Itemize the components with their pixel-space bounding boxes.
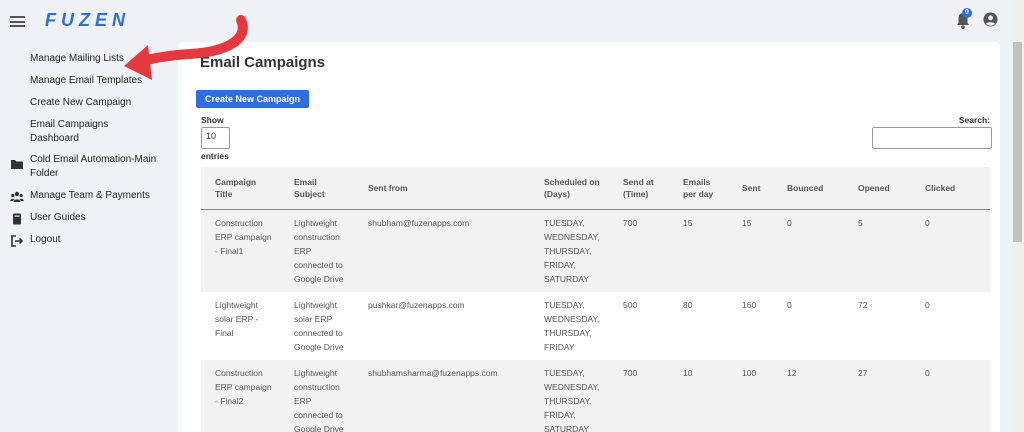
menu-icon[interactable] xyxy=(10,16,25,27)
cell-sent: 160 xyxy=(728,291,773,360)
column-header-emails-per-day[interactable]: Emails per day xyxy=(669,167,728,210)
cell-sent-from: pushkar@fuzenapps.com xyxy=(354,291,530,360)
cell-campaign-title: Construction ERP campaign - Final2 xyxy=(201,359,280,432)
sidebar-item-manage-email-templates[interactable]: Manage Email Templates xyxy=(0,74,178,88)
cell-send-at: 700 xyxy=(609,209,669,292)
app-logo[interactable]: FUZEN xyxy=(45,10,130,31)
cell-campaign-title: Construction ERP campaign - Final1 xyxy=(201,209,280,292)
sidebar-item-label: Manage Mailing Lists xyxy=(30,53,124,64)
create-new-campaign-button[interactable]: Create New Campaign xyxy=(196,90,309,108)
cell-emails-per-day: 10 xyxy=(669,359,728,432)
scrollbar-thumb[interactable] xyxy=(1013,42,1022,242)
cell-bounced: 0 xyxy=(773,209,844,292)
book-icon xyxy=(13,213,21,225)
cell-email-subject: Lightweight construction ERP connected t… xyxy=(280,209,354,292)
cell-emails-per-day: 80 xyxy=(669,291,728,360)
cell-scheduled-on: TUESDAY, WEDNESDAY, THURSDAY, FRIDAY, SA… xyxy=(530,209,609,292)
column-header-sent-from[interactable]: Sent from xyxy=(354,167,530,210)
sidebar-item-user-guides[interactable]: User Guides xyxy=(0,211,178,226)
column-header-scheduled-on[interactable]: Scheduled on (Days) xyxy=(530,167,609,210)
search-label: Search: xyxy=(958,115,990,125)
cell-opened: 72 xyxy=(844,291,911,360)
entries-per-page-select[interactable]: 10 xyxy=(201,127,230,149)
sidebar-item-email-campaigns-dashboard[interactable]: Email Campaigns Dashboard xyxy=(0,118,178,146)
cell-scheduled-on: TUESDAY, WEDNESDAY, THURSDAY, FRIDAY xyxy=(530,291,609,360)
sidebar-item-label: Cold Email Automation-Main Folder xyxy=(30,154,157,179)
cell-sent-from: shubham@fuzenapps.com xyxy=(354,209,530,292)
column-header-bounced[interactable]: Bounced xyxy=(773,167,844,210)
cell-scheduled-on: TUESDAY, WEDNESDAY, THURSDAY, FRIDAY, SA… xyxy=(530,359,609,432)
column-header-clicked[interactable]: Clicked xyxy=(911,167,990,210)
cell-send-at: 500 xyxy=(609,291,669,360)
logout-icon xyxy=(11,235,24,247)
cell-clicked: 0 xyxy=(911,359,990,432)
cell-sent: 15 xyxy=(728,209,773,292)
sidebar-item-label: Manage Email Templates xyxy=(30,75,143,86)
entries-label: entries xyxy=(201,151,229,161)
page-title: Email Campaigns xyxy=(200,54,326,71)
table-header-row: Campaign Title Email Subject Sent from S… xyxy=(201,167,990,210)
cell-sent-from: shubhamsharma@fuzenapps.com xyxy=(354,359,530,432)
table-row[interactable]: Construction ERP campaign - Final2 Light… xyxy=(201,359,990,432)
sidebar-item-label: Logout xyxy=(30,234,61,245)
sidebar-item-manage-team-payments[interactable]: Manage Team & Payments xyxy=(0,189,178,204)
notification-badge: 0 xyxy=(962,8,972,18)
cell-send-at: 700 xyxy=(609,359,669,432)
sidebar-item-create-new-campaign[interactable]: Create New Campaign xyxy=(0,96,178,110)
table-row[interactable]: Lightweight solar ERP - Final Lightweigh… xyxy=(201,291,990,360)
sidebar-item-logout[interactable]: Logout xyxy=(0,233,178,248)
cell-bounced: 12 xyxy=(773,359,844,432)
cell-campaign-title: Lightweight solar ERP - Final xyxy=(201,291,280,360)
sidebar-item-label: User Guides xyxy=(30,212,86,223)
sidebar-item-label: Create New Campaign xyxy=(30,97,132,108)
cell-clicked: 0 xyxy=(911,291,990,360)
sidebar-item-cold-email-main-folder[interactable]: Cold Email Automation-Main Folder xyxy=(0,153,178,181)
cell-opened: 27 xyxy=(844,359,911,432)
table-row[interactable]: Construction ERP campaign - Final1 Light… xyxy=(201,209,990,292)
cell-clicked: 0 xyxy=(911,209,990,292)
main-content: Email Campaigns Create New Campaign Show… xyxy=(178,42,1000,432)
show-label: Show xyxy=(201,115,224,125)
column-header-send-at[interactable]: Send at (Time) xyxy=(609,167,669,210)
cell-email-subject: Lightweight construction ERP connected t… xyxy=(280,359,354,432)
cell-sent: 100 xyxy=(728,359,773,432)
search-input[interactable] xyxy=(872,127,992,149)
folder-icon xyxy=(11,160,23,169)
campaigns-table: Campaign Title Email Subject Sent from S… xyxy=(201,167,990,432)
cell-bounced: 0 xyxy=(773,291,844,360)
sidebar-item-label: Email Campaigns Dashboard xyxy=(30,119,109,144)
team-icon xyxy=(10,191,24,202)
top-bar: FUZEN 0 xyxy=(0,0,1024,42)
cell-emails-per-day: 15 xyxy=(669,209,728,292)
cell-email-subject: Lightweight solar ERP connected to Googl… xyxy=(280,291,354,360)
column-header-email-subject[interactable]: Email Subject xyxy=(280,167,354,210)
column-header-sent[interactable]: Sent xyxy=(728,167,773,210)
page-scrollbar[interactable] xyxy=(1011,0,1024,432)
sidebar-item-label: Manage Team & Payments xyxy=(30,190,150,201)
column-header-opened[interactable]: Opened xyxy=(844,167,911,210)
column-header-campaign-title[interactable]: Campaign Title xyxy=(201,167,280,210)
user-icon[interactable] xyxy=(983,12,998,27)
cell-opened: 5 xyxy=(844,209,911,292)
sidebar-item-manage-mailing-lists[interactable]: Manage Mailing Lists xyxy=(0,52,178,66)
